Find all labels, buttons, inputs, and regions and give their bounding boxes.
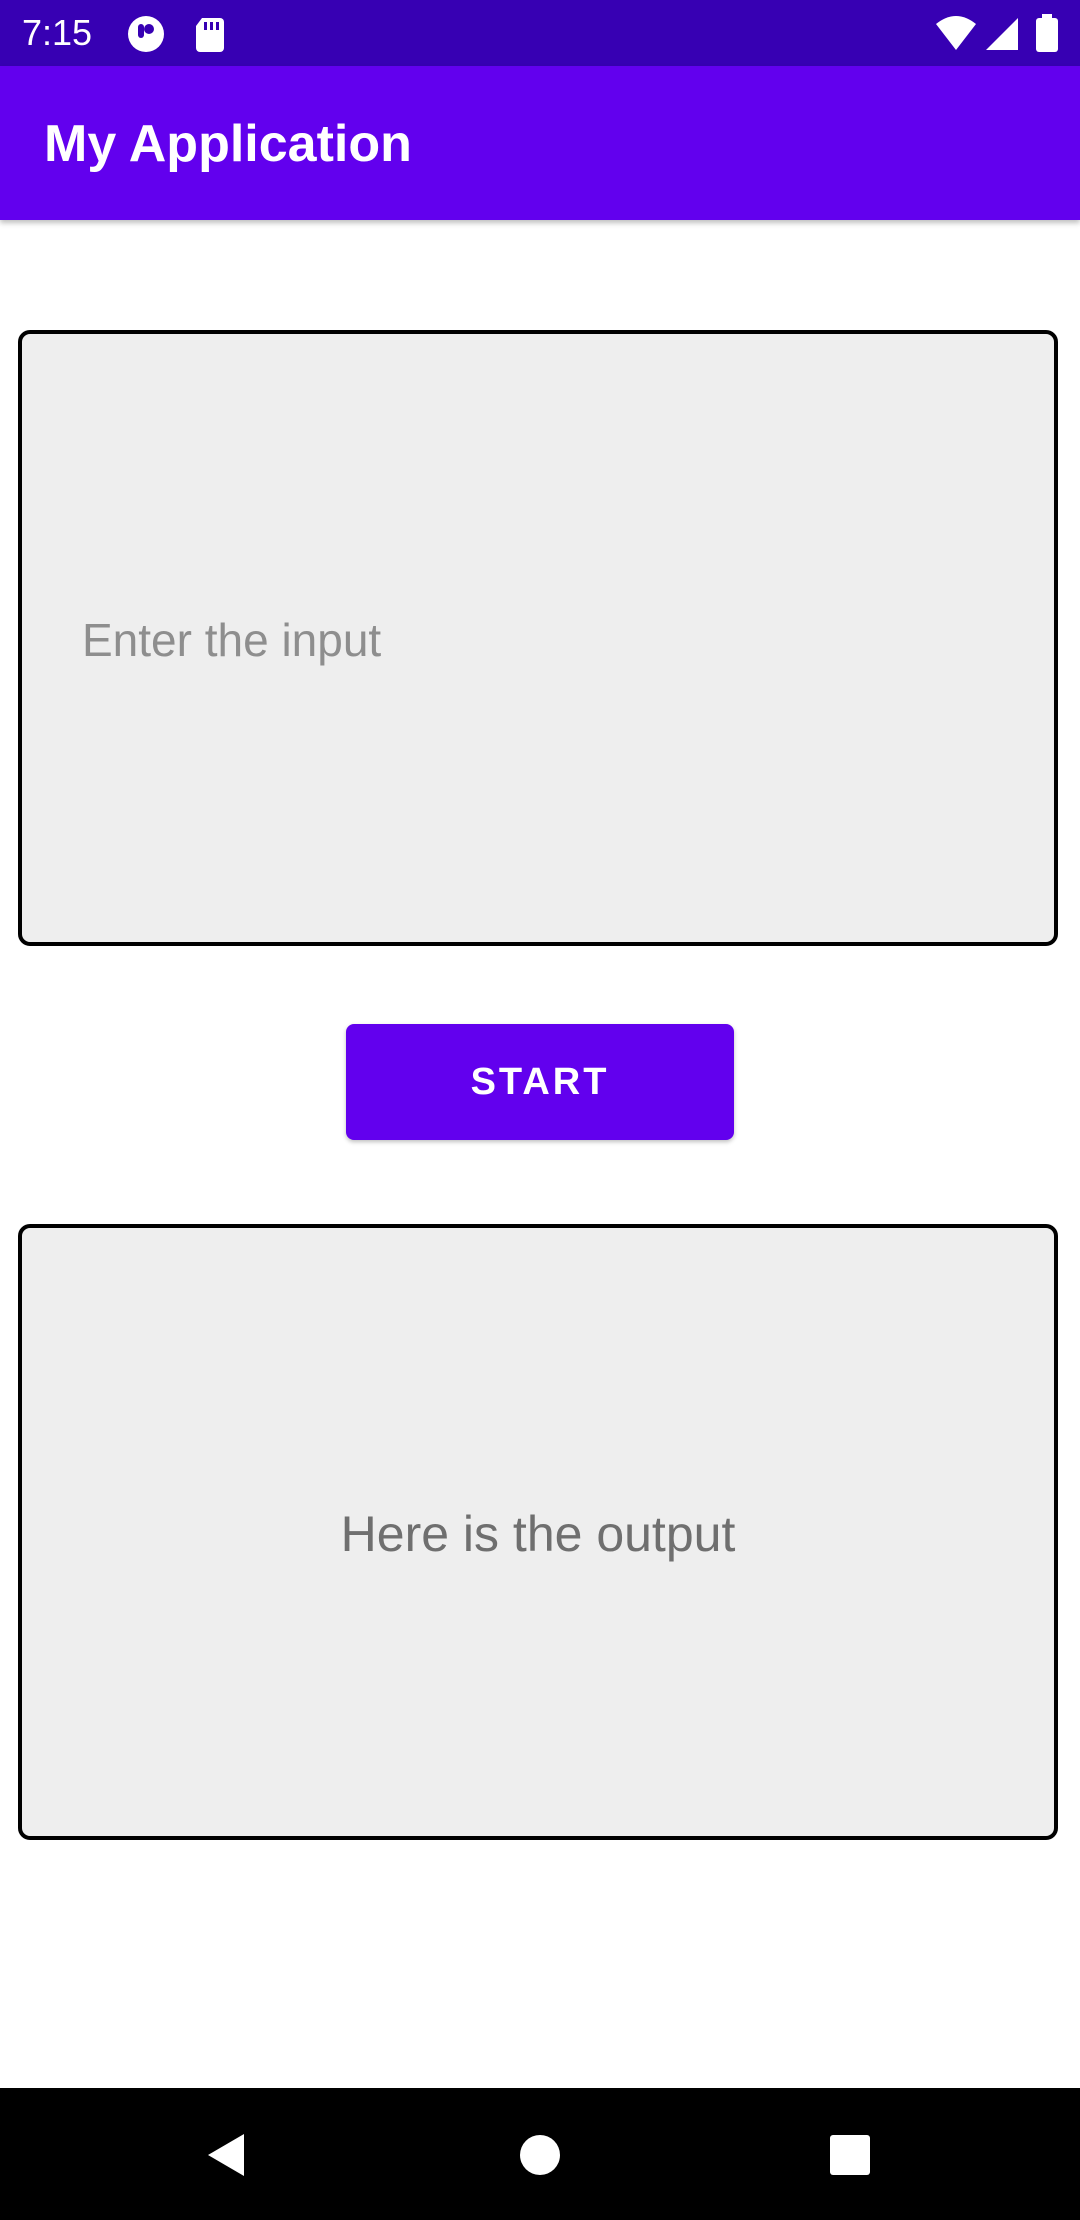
- back-icon[interactable]: [182, 2110, 272, 2200]
- home-icon[interactable]: [495, 2110, 585, 2200]
- app-title: My Application: [44, 115, 412, 173]
- input-field[interactable]: Enter the input: [18, 330, 1058, 946]
- status-time: 7:15: [22, 12, 93, 53]
- recents-icon[interactable]: [805, 2110, 895, 2200]
- sd-card-icon: [190, 14, 230, 54]
- start-button[interactable]: START: [346, 1024, 734, 1140]
- app-bar: My Application: [0, 66, 1080, 220]
- status-bar: 7:15: [0, 0, 1080, 66]
- output-box: Here is the output: [18, 1224, 1058, 1840]
- notification-icon: [126, 14, 166, 54]
- signal-icon: [982, 14, 1022, 54]
- wifi-icon: [934, 14, 976, 54]
- navigation-bar: [0, 2088, 1080, 2220]
- start-button-label: START: [470, 1060, 610, 1103]
- app-screen: 7:15 My Application Enter the input STAR…: [0, 0, 1080, 2220]
- output-text: Here is the output: [340, 1506, 736, 1562]
- input-placeholder: Enter the input: [82, 614, 382, 666]
- battery-icon: [1034, 14, 1060, 54]
